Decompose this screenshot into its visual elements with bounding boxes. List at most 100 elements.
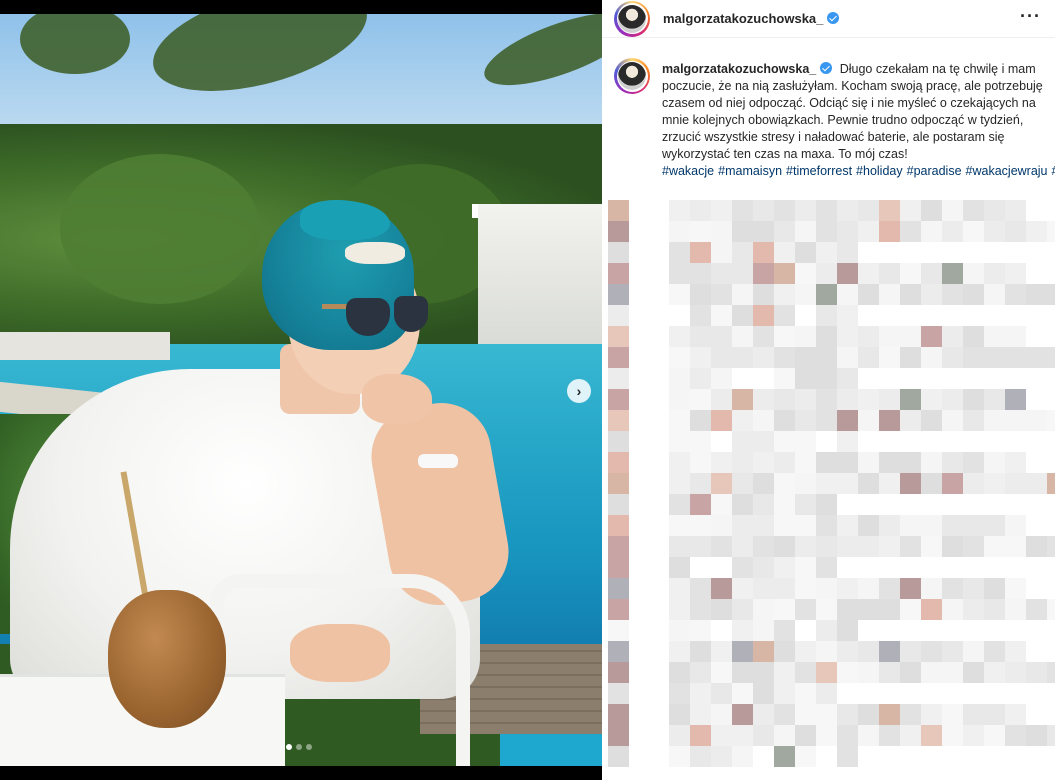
blurred-pixel: [711, 410, 732, 431]
carousel-dot: [306, 744, 312, 750]
blurred-pixel: [669, 641, 690, 662]
blurred-pixel: [690, 704, 711, 725]
blurred-pixel: [795, 221, 816, 242]
blurred-pixel: [774, 410, 795, 431]
hashtag-link[interactable]: #paradise: [907, 164, 962, 178]
blurred-pixel: [753, 347, 774, 368]
blurred-pixel: [669, 473, 690, 494]
blurred-pixel: [1005, 662, 1026, 683]
hashtag-link[interactable]: #timeforrest: [786, 164, 852, 178]
blurred-pixel: [858, 452, 879, 473]
blurred-pixel: [732, 389, 753, 410]
blurred-pixel: [816, 305, 837, 326]
blurred-pixel: [753, 452, 774, 473]
blurred-pixel: [795, 200, 816, 221]
blurred-pixel: [669, 452, 690, 473]
post-media[interactable]: ›: [0, 0, 602, 780]
blurred-pixel: [795, 389, 816, 410]
blurred-pixel: [879, 389, 900, 410]
blurred-pixel: [816, 704, 837, 725]
blurred-pixel: [753, 221, 774, 242]
blurred-pixel: [753, 410, 774, 431]
blurred-pixel: [837, 263, 858, 284]
blurred-pixel: [921, 641, 942, 662]
blurred-pixel: [879, 284, 900, 305]
blurred-pixel: [900, 410, 921, 431]
hashtag-link[interactable]: #woman: [1052, 164, 1055, 178]
blurred-pixel: [669, 368, 690, 389]
blurred-pixel: [900, 641, 921, 662]
blurred-pixel: [963, 284, 984, 305]
verified-badge-icon: [827, 12, 840, 24]
blurred-pixel: [732, 515, 753, 536]
blurred-pixel: [900, 221, 921, 242]
blurred-pixel: [1047, 284, 1055, 305]
blurred-pixel: [963, 389, 984, 410]
blurred-pixel: [921, 578, 942, 599]
bush: [60, 154, 260, 304]
blurred-pixel: [795, 683, 816, 704]
blurred-pixel: [608, 200, 629, 221]
blurred-pixel: [942, 326, 963, 347]
blurred-pixel: [690, 305, 711, 326]
hashtag-link[interactable]: #wakacjewraju: [966, 164, 1048, 178]
blurred-pixel: [963, 200, 984, 221]
blurred-pixel: [1047, 662, 1055, 683]
hashtag-link[interactable]: #mamaisyn: [718, 164, 782, 178]
blurred-pixel: [774, 305, 795, 326]
blurred-pixel: [690, 452, 711, 473]
blurred-pixel: [608, 389, 629, 410]
more-horizontal-icon[interactable]: ···: [1020, 6, 1041, 27]
blurred-pixel: [669, 200, 690, 221]
blurred-pixel: [879, 725, 900, 746]
blurred-pixel: [921, 725, 942, 746]
blurred-pixel: [711, 368, 732, 389]
blurred-pixel: [690, 599, 711, 620]
blurred-pixel: [774, 200, 795, 221]
blurred-pixel: [711, 704, 732, 725]
blurred-pixel: [879, 641, 900, 662]
blurred-pixel: [1047, 536, 1055, 557]
blurred-pixel: [608, 620, 629, 641]
blurred-pixel: [711, 389, 732, 410]
blurred-pixel: [795, 368, 816, 389]
blurred-pixel: [900, 284, 921, 305]
blurred-pixel: [732, 683, 753, 704]
blurred-pixel: [963, 578, 984, 599]
blurred-pixel: [837, 200, 858, 221]
hashtag-link[interactable]: #wakacje: [662, 164, 714, 178]
woman-hair: [345, 242, 405, 264]
username-link[interactable]: malgorzatakozuchowska_: [663, 11, 840, 26]
post-panel: malgorzatakozuchowska_ ··· malgorzatakoz…: [602, 0, 1055, 780]
blurred-pixel: [774, 242, 795, 263]
carousel-next-button[interactable]: ›: [567, 379, 591, 403]
blurred-pixel: [711, 242, 732, 263]
blurred-pixel: [774, 536, 795, 557]
blurred-pixel: [984, 599, 1005, 620]
blurred-pixel: [942, 284, 963, 305]
blurred-pixel: [669, 347, 690, 368]
blurred-pixel: [963, 221, 984, 242]
blurred-pixel: [795, 347, 816, 368]
blurred-pixel: [774, 431, 795, 452]
blurred-pixel: [816, 683, 837, 704]
blurred-pixel: [774, 347, 795, 368]
blurred-pixel: [690, 683, 711, 704]
blurred-pixel: [879, 536, 900, 557]
blurred-pixel: [816, 389, 837, 410]
blurred-pixel: [900, 347, 921, 368]
blurred-pixel: [608, 221, 629, 242]
blurred-pixel: [1026, 725, 1047, 746]
hashtag-link[interactable]: #holiday: [856, 164, 903, 178]
blurred-pixel: [879, 200, 900, 221]
blurred-pixel: [753, 284, 774, 305]
caption-username-link[interactable]: malgorzatakozuchowska_: [662, 62, 833, 76]
blurred-pixel: [1047, 410, 1055, 431]
blurred-pixel: [690, 431, 711, 452]
avatar[interactable]: [614, 0, 650, 37]
blurred-pixel: [900, 473, 921, 494]
blurred-pixel: [690, 326, 711, 347]
blurred-pixel: [921, 599, 942, 620]
blurred-pixel: [753, 200, 774, 221]
caption-avatar[interactable]: [614, 58, 650, 94]
